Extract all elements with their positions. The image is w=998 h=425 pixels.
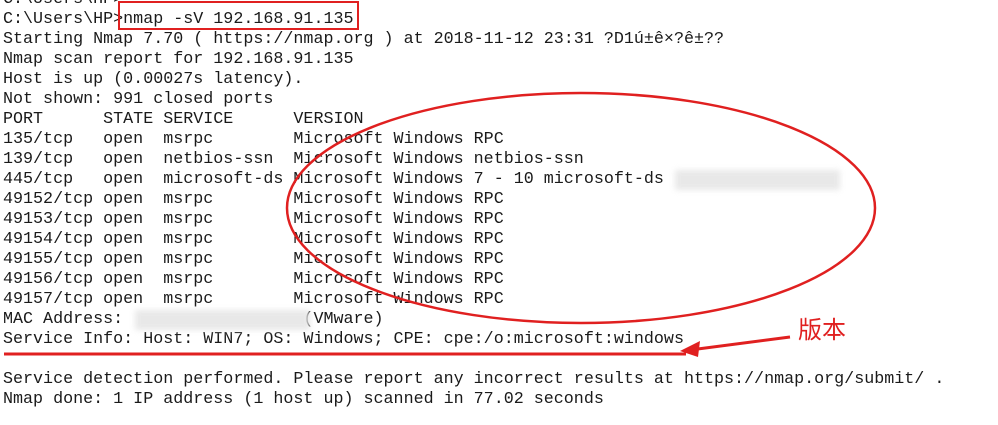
version-highlight-oval	[285, 91, 877, 325]
version-annotation-label: 版本	[798, 316, 846, 344]
annotation-arrow-shaft	[689, 335, 791, 352]
annotation-overlay	[4, 91, 877, 357]
